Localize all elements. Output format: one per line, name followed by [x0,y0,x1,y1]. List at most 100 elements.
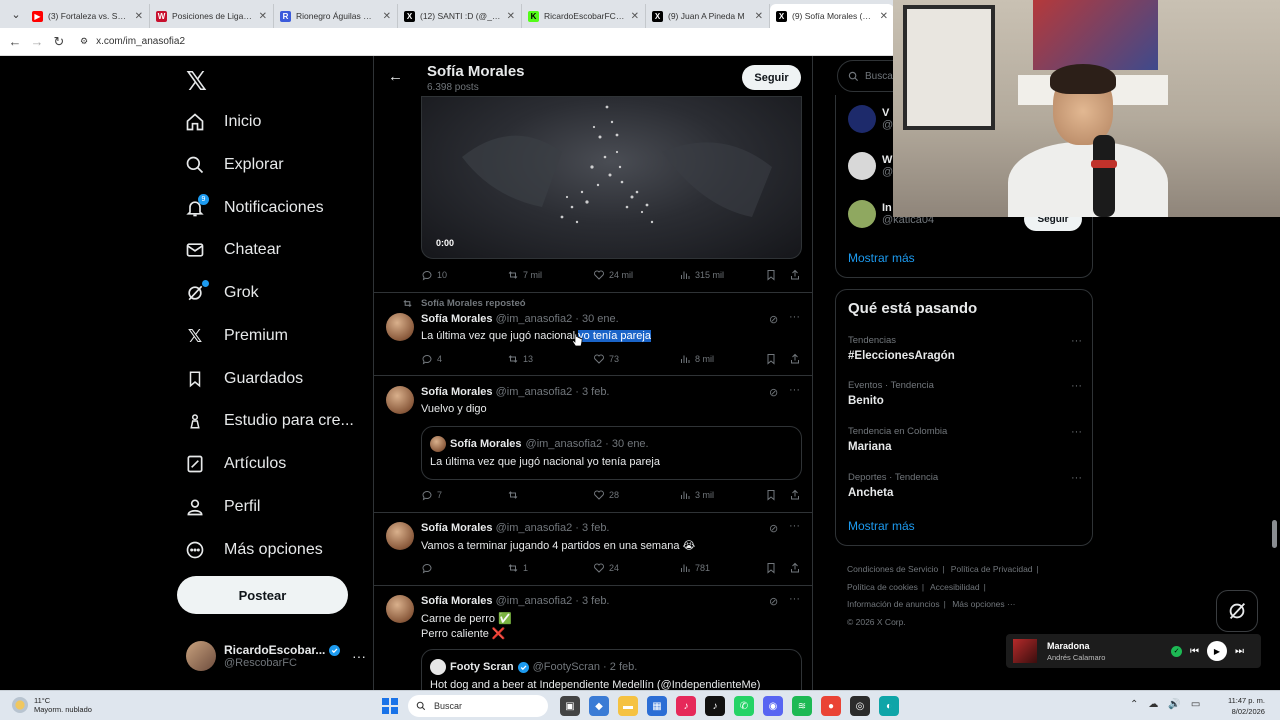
edge-icon[interactable]: ◐ [879,696,899,716]
bookmark-button[interactable] [765,269,777,281]
suggested-account[interactable]: V @ [848,105,893,133]
show-more-link[interactable]: Mostrar más [848,251,915,265]
scrollbar-thumb[interactable] [1272,520,1277,548]
task-view-icon[interactable]: ▣ [560,696,580,716]
reply-button[interactable]: 10 [421,269,447,281]
x-logo-icon[interactable]: 𝕏 [186,66,207,97]
browser-tab[interactable]: ▶ (3) Fortaleza vs. Santa ✕ [26,4,150,28]
bookmark-button[interactable] [765,353,777,365]
reply-button[interactable]: 7 [421,489,442,501]
back-arrow-icon[interactable]: ← [388,68,403,85]
grok-icon[interactable]: ⊘ [769,313,778,326]
grok-icon[interactable]: ⊘ [769,386,778,399]
more-icon[interactable]: ··· [789,384,800,396]
account-switcher[interactable]: RicardoEscobar... @RescobarFC ··· [186,640,366,672]
close-tab-icon[interactable]: ✕ [135,11,143,22]
grok-icon[interactable]: ⊘ [769,595,778,608]
site-info-icon[interactable]: ⚙ [80,36,88,47]
network-icon[interactable]: ☁ [1148,699,1158,710]
nav-item-grok[interactable]: Grok [184,278,259,308]
nav-item-estudio[interactable]: Estudio para cre... [184,406,354,436]
trend-item[interactable]: Eventos · Tendencia Benito ··· [848,380,1082,407]
avatar[interactable] [386,313,414,341]
system-clock[interactable]: 11:47 p. m. 8/02/2026 [1228,695,1265,717]
tweet-author-name[interactable]: Sofía Morales [421,386,493,398]
battery-icon[interactable]: ▭ [1191,699,1200,710]
previous-track-icon[interactable]: ⏮ [1190,646,1199,657]
close-tab-icon[interactable]: ✕ [631,11,639,22]
trend-item[interactable]: Deportes · Tendencia Ancheta ··· [848,472,1082,499]
browser-tab[interactable]: X (12) SANTI :D (@_Ando) ✕ [398,4,522,28]
reply-button[interactable] [421,562,437,574]
bookmark-button[interactable] [765,562,777,574]
browser-tab-active[interactable]: X (9) Sofía Morales (@im_anasofia2) ✕ [770,4,894,28]
store-icon[interactable]: ▦ [647,696,667,716]
nav-item-guardados[interactable]: Guardados [184,364,303,394]
nav-item-chatear[interactable]: Chatear [184,235,281,265]
nav-item-premium[interactable]: 𝕏 Premium [184,321,288,351]
file-explorer-icon[interactable]: ▬ [618,696,638,716]
tweet-meta[interactable]: @im_anasofia2 · 30 ene. [496,313,619,325]
share-button[interactable] [789,562,801,574]
tab-list-chevron-icon[interactable]: ⌄ [6,4,26,24]
nav-item-articulos[interactable]: Artículos [184,449,286,479]
spotify-icon[interactable]: ≋ [792,696,812,716]
grok-floating-button[interactable] [1216,590,1258,632]
tweet-meta[interactable]: @im_anasofia2 · 3 feb. [496,386,610,398]
taskbar-search[interactable]: Buscar [408,695,548,717]
close-tab-icon[interactable]: ✕ [880,11,888,22]
tray-chevron-icon[interactable]: ⌃ [1130,699,1138,710]
quoted-tweet[interactable]: Sofía Morales @im_anasofia2 · 30 ene. La… [421,426,802,480]
browser-tab[interactable]: W Posiciones de Liga Dimayor ✕ [150,4,274,28]
more-icon[interactable]: ··· [789,593,800,605]
video-player[interactable]: 0:00 [421,96,802,259]
footer-link[interactable]: Información de anuncios [847,599,940,609]
quoted-tweet[interactable]: Footy Scran @FootyScran · 2 feb. Hot dog… [421,649,802,690]
more-icon[interactable]: ··· [1071,426,1082,438]
nav-item-notificaciones[interactable]: 9 Notificaciones [184,193,324,223]
play-icon[interactable]: ▶ [1207,641,1227,661]
tweet-author-name[interactable]: Sofía Morales [421,595,493,607]
tweet-author-name[interactable]: Sofía Morales [421,522,493,534]
like-button[interactable]: 24 [593,562,619,574]
copilot-icon[interactable]: ◆ [589,696,609,716]
footer-link[interactable]: Accesibilidad [930,582,980,592]
more-icon[interactable]: ··· [1071,335,1082,347]
footer-link[interactable]: Condiciones de Servicio [847,564,938,574]
tweet-meta[interactable]: @im_anasofia2 · 3 feb. [496,595,610,607]
nav-item-mas-opciones[interactable]: Más opciones [184,535,323,565]
liked-check-icon[interactable]: ✓ [1171,645,1182,657]
windows-start-icon[interactable] [382,698,398,714]
close-tab-icon[interactable]: ✕ [755,11,763,22]
tiktok-icon[interactable]: ♪ [705,696,725,716]
like-button[interactable]: 28 [593,489,619,501]
nav-item-inicio[interactable]: Inicio [184,107,261,137]
more-icon[interactable]: ··· [789,520,800,532]
retweet-button[interactable] [507,489,523,501]
views-button[interactable]: 8 mil [679,353,714,365]
tweet-author-name[interactable]: Sofía Morales [421,313,493,325]
obs-icon[interactable]: ◎ [850,696,870,716]
trend-item[interactable]: Tendencias #EleccionesAragón ··· [848,335,1082,362]
reply-button[interactable]: 4 [421,353,442,365]
like-button[interactable]: 73 [593,353,619,365]
more-icon[interactable]: ··· [1071,472,1082,484]
suggested-account[interactable]: W @ [848,152,893,180]
show-more-link[interactable]: Mostrar más [848,519,915,533]
footer-link[interactable]: Política de Privacidad [951,564,1033,574]
avatar[interactable] [386,522,414,550]
share-button[interactable] [789,269,801,281]
whatsapp-icon[interactable]: ✆ [734,696,754,716]
browser-tab[interactable]: R Rionegro Águilas Dorada ✕ [274,4,398,28]
trend-item[interactable]: Tendencia en Colombia Mariana ··· [848,426,1082,453]
close-tab-icon[interactable]: ✕ [507,11,515,22]
retweet-button[interactable]: 1 [507,562,528,574]
retweet-button[interactable]: 7 mil [507,269,542,281]
footer-link[interactable]: Política de cookies [847,582,918,592]
back-icon[interactable]: ← [4,34,26,49]
chrome-icon[interactable]: ● [821,696,841,716]
views-button[interactable]: 315 mil [679,269,724,281]
follow-button[interactable]: Seguir [742,65,801,90]
close-tab-icon[interactable]: ✕ [259,11,267,22]
views-button[interactable]: 781 [679,562,710,574]
